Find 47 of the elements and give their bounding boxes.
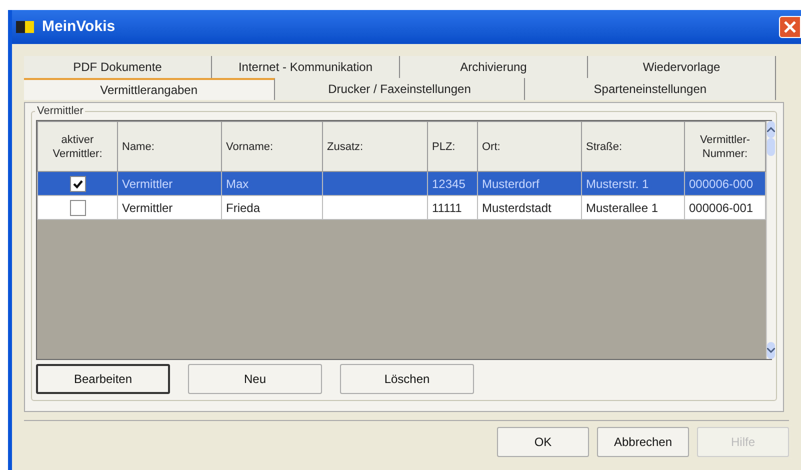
tab[interactable]: Drucker / Faxeinstellungen [274, 78, 526, 100]
scroll-thumb[interactable] [767, 138, 775, 156]
tab[interactable]: PDF Dokumente [24, 56, 212, 78]
tab[interactable]: Vermittlerangaben [24, 78, 275, 100]
table-cell: Max [226, 176, 249, 190]
app-icon [16, 21, 34, 33]
table-row[interactable]: Vermittler Frieda 11111 Musterdstadt Musterallee 1 000006-001 [38, 196, 766, 220]
close-button[interactable] [779, 16, 801, 38]
tab[interactable]: Internet - Kommunikation [212, 56, 400, 78]
column-header[interactable]: Zusatz: [322, 122, 428, 172]
table-cell: Vermittler [122, 176, 173, 190]
caret-down-icon [767, 348, 775, 353]
button[interactable]: Löschen [340, 364, 474, 394]
button[interactable]: OK [497, 427, 589, 457]
scrollbar[interactable] [766, 121, 775, 359]
table-cell: 000006-001 [689, 200, 754, 214]
table-row[interactable]: Vermittler Max 12345 Musterdorf Musterstr. 1 000006-000 [38, 172, 766, 196]
column-header[interactable]: Straße: [582, 122, 684, 172]
column-header[interactable]: aktiver Vermittler: [38, 122, 118, 172]
close-icon [784, 21, 796, 33]
checkmark-icon [72, 180, 82, 189]
table-cell: Musterdorf [482, 176, 540, 190]
checkbox[interactable] [70, 176, 86, 192]
button[interactable]: Bearbeiten [36, 364, 170, 394]
checkbox[interactable] [70, 200, 86, 216]
scroll-up-button[interactable] [767, 121, 775, 138]
tab[interactable]: Wiedervorlage [588, 56, 776, 78]
column-header[interactable]: PLZ: [428, 122, 478, 172]
button[interactable]: Abbrechen [597, 427, 689, 457]
table-cell: Frieda [226, 200, 260, 214]
tab[interactable]: Archivierung [400, 56, 588, 78]
tab[interactable]: Sparteneinstellungen [525, 78, 776, 100]
column-header[interactable]: Vorname: [222, 122, 322, 172]
window-title: MeinVokis [42, 16, 116, 37]
button[interactable]: Neu [188, 364, 322, 394]
caret-up-icon [767, 127, 775, 132]
table-cell: 12345 [432, 176, 466, 190]
table-cell: 000006-000 [689, 176, 754, 190]
table-cell: Musterallee 1 [586, 200, 658, 214]
table-cell: Vermittler [122, 200, 173, 214]
table-cell: Musterdstadt [482, 200, 552, 214]
column-header[interactable]: Ort: [478, 122, 582, 172]
table-cell: 11111 [432, 200, 462, 214]
table-cell: Musterstr. 1 [586, 176, 649, 190]
scroll-down-button[interactable] [767, 342, 775, 359]
column-header[interactable]: Vermittler-Nummer: [684, 122, 766, 172]
column-header[interactable]: Name: [118, 122, 222, 172]
